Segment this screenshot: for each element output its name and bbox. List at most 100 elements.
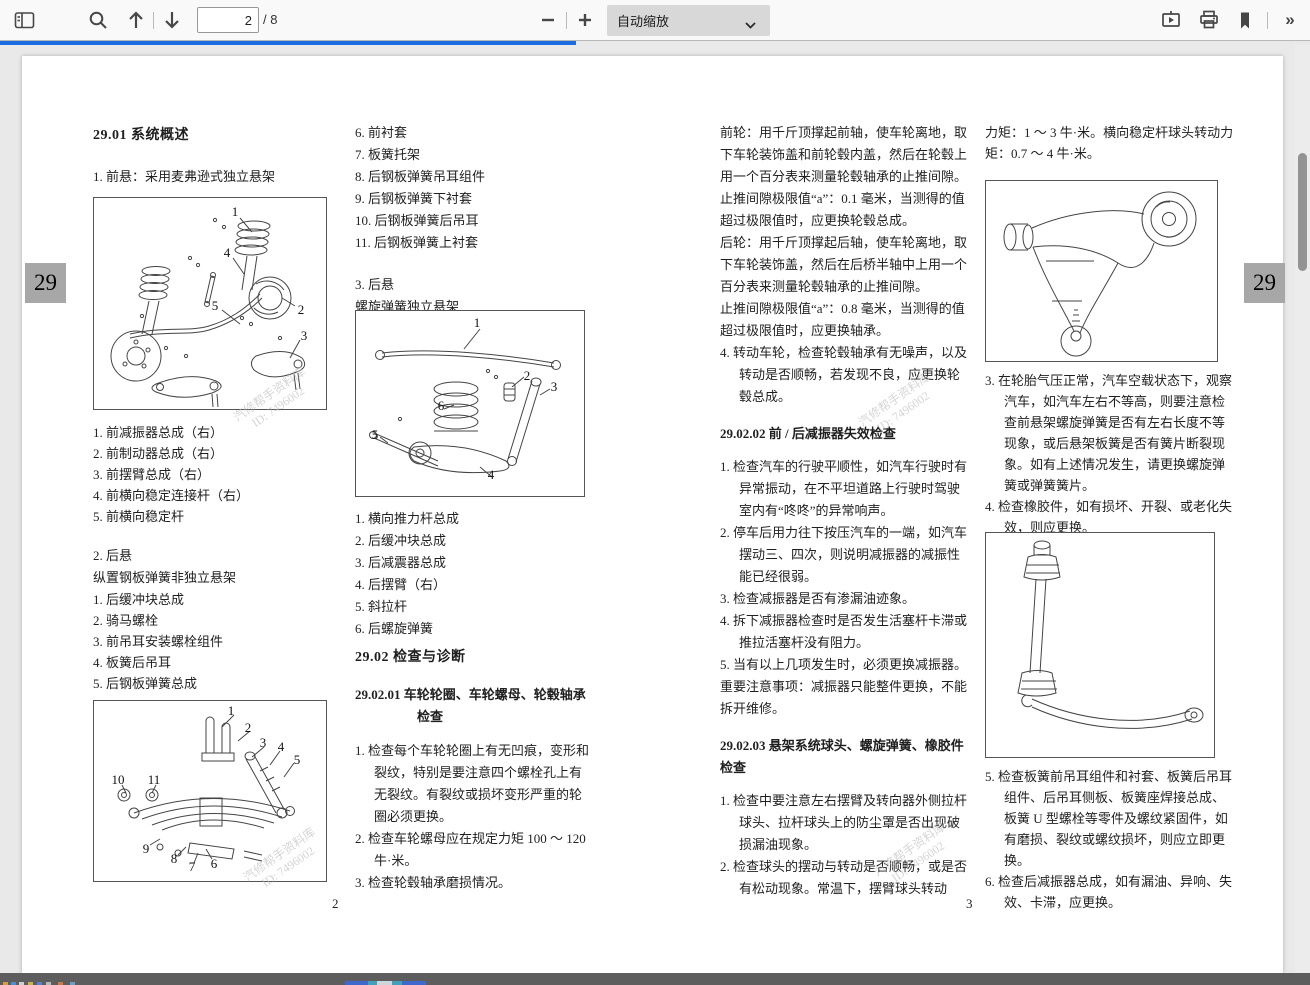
taskbar-segment	[402, 981, 426, 985]
presentation-mode-button[interactable]	[1157, 6, 1185, 34]
zoom-in-button[interactable]	[571, 6, 599, 34]
arrow-up-icon	[127, 10, 145, 30]
zoom-out-button[interactable]	[534, 6, 562, 34]
viewer-area: 29.01 系统概述 1. 前悬：采用麦弗逊式独立悬架	[0, 45, 1310, 973]
sidebar-toggle-button[interactable]	[10, 6, 38, 34]
sidebar-toggle-icon	[14, 11, 35, 30]
parts-list-item: 4. 板簧后吊耳	[93, 652, 223, 673]
diagram-callout: 2	[298, 302, 305, 318]
parts-list-item: 6. 后螺旋弹簧	[355, 618, 459, 640]
more-tools-button[interactable]: »	[1276, 6, 1304, 34]
taskbar-segment	[345, 981, 368, 985]
bottom-bar	[0, 973, 1310, 985]
search-button[interactable]	[84, 6, 112, 34]
subsection-heading: 29.02.01 车轮轮圈、车轮螺母、轮毂轴承 检查	[355, 684, 595, 728]
subsection-title: 2. 后悬	[93, 545, 132, 566]
parts-list-item: 5. 斜拉杆	[355, 596, 459, 618]
diagram-callout: 5	[294, 752, 301, 768]
diagram-callout: 1	[228, 703, 235, 719]
paragraph: 力矩：1 ～ 3 牛·米。横向稳定杆球头转动力矩：0.7 ～ 4 牛·米。	[985, 122, 1234, 164]
paragraph: 止推间隙极限值“a”：0.1 毫米，当测得的值超过极限值时，应更换轮毂总成。	[720, 188, 968, 232]
diagram-callout: 4	[488, 467, 495, 483]
next-page-button[interactable]	[158, 6, 186, 34]
subsection-subtitle: 纵置钢板弹簧非独立悬架	[93, 567, 236, 588]
subsection-heading-line2: 检查	[355, 706, 595, 728]
section-heading: 29.02.02 前 / 后减振器失效检查	[720, 423, 968, 445]
parts-list-item: 3. 后减震器总成	[355, 552, 459, 574]
diagram-callout: 8	[171, 851, 178, 867]
parts-list-item: 3. 前吊耳安装螺栓组件	[93, 631, 223, 652]
paragraph: 4. 拆下减振器检查时是否发生活塞杆卡滞或推拉活塞杆没有阻力。	[720, 610, 968, 654]
section-heading: 29.02 检查与诊断	[355, 646, 466, 666]
taskbar-segment	[377, 981, 392, 985]
vertical-scrollbar[interactable]	[1295, 45, 1310, 973]
paragraph: 3. 检查轮毂轴承磨损情况。	[355, 872, 592, 894]
diagram-callout: 1	[474, 315, 481, 331]
parts-list-leaf2: 6. 前衬套7. 板簧托架8. 后钢板弹簧吊耳组件9. 后钢板弹簧下衬套10. …	[355, 122, 485, 254]
page-number-right: 3	[966, 896, 973, 912]
paragraph: 1. 前悬：采用麦弗逊式独立悬架	[93, 166, 275, 187]
presentation-icon	[1161, 10, 1181, 30]
diagram-callout: 5	[372, 427, 379, 443]
parts-list-item: 8. 后钢板弹簧吊耳组件	[355, 166, 485, 188]
parts-list-item: 2. 后缓冲块总成	[355, 530, 459, 552]
print-button[interactable]	[1195, 6, 1223, 34]
parts-list-item: 2. 前制动器总成（右）	[93, 443, 249, 464]
page-count-label: / 8	[263, 12, 277, 27]
subsection-title: 3. 后悬	[355, 274, 394, 295]
paragraph: 2. 检查车轮螺母应在规定力矩 100 ～ 120 牛·米。	[355, 828, 592, 872]
parts-list-item: 1. 后缓冲块总成	[93, 589, 223, 610]
paragraph: 重要注意事项：减振器只能整件更换，不能拆开维修。	[720, 676, 968, 720]
zoom-level-select[interactable]: 自动缩放	[607, 5, 770, 36]
toolbar: / 8 自动缩放	[0, 0, 1310, 41]
diagram-callout: 3	[260, 735, 267, 751]
pdf-viewer-app: { "toolbar": { "page_value": "2", "page_…	[0, 0, 1310, 985]
text-column: 3. 在轮胎气压正常，汽车空载状态下，观察汽车，如汽车左右不等高，则要注意检查前…	[985, 370, 1234, 538]
page-number-input[interactable]	[197, 7, 259, 33]
double-chevron-icon: »	[1285, 10, 1294, 30]
diagram-callout: 3	[301, 328, 308, 344]
parts-list-coil: 1. 横向推力杆总成2. 后缓冲块总成3. 后减震器总成4. 后摆臂（右）5. …	[355, 508, 459, 640]
plus-icon	[577, 12, 593, 28]
section-heading: 29.01 系统概述	[93, 124, 189, 144]
paragraph: 1. 检查每个车轮轮圈上有无凹痕，变形和裂纹，特别是要注意四个螺栓孔上有无裂纹。…	[355, 740, 592, 828]
paragraph: 6. 检查后减振器总成，如有漏油、异响、失效、卡滞，应更换。	[985, 871, 1234, 913]
diagram-callout: 9	[143, 841, 150, 857]
printer-icon	[1199, 10, 1219, 30]
paragraph: 5. 当有以上几项发生时，必须更换减振器。	[720, 654, 968, 676]
toolbar-separator	[566, 12, 567, 29]
parts-list-item: 5. 后钢板弹簧总成	[93, 673, 223, 694]
previous-page-button[interactable]	[122, 6, 150, 34]
paragraph: 止推间隙极限值“a”：0.8 毫米，当测得的值超过极限值时，应更换轴承。	[720, 298, 968, 342]
parts-list-item: 5. 前横向稳定杆	[93, 506, 249, 527]
subsection-heading-line1: 29.02.01 车轮轮圈、车轮螺母、轮毂轴承	[355, 684, 595, 706]
front-suspension-diagram: 14523	[93, 197, 327, 410]
chapter-tab-right: 29	[1244, 263, 1285, 303]
stabilizer-link-diagram	[985, 532, 1215, 758]
paragraph: 1. 检查汽车的行驶平顺性，如汽车行驶时有异常振动，在不平坦道路上行驶时驾驶室内…	[720, 456, 968, 522]
parts-list-item: 7. 板簧托架	[355, 144, 485, 166]
diagram-callout: 4	[278, 739, 285, 755]
scrollbar-thumb[interactable]	[1298, 153, 1307, 271]
paragraph: 3. 检查减振器是否有渗漏油迹象。	[720, 588, 968, 610]
paragraph: 3. 在轮胎气压正常，汽车空载状态下，观察汽车，如汽车左右不等高，则要注意检查前…	[985, 370, 1234, 496]
parts-list-item: 11. 后钢板弹簧上衬套	[355, 232, 485, 254]
diagram-callout: 7	[189, 859, 196, 875]
diagram-callout: 6	[438, 398, 445, 414]
diagram-callout: 4	[224, 245, 231, 261]
minus-icon	[540, 12, 556, 28]
chapter-tab-left: 29	[25, 263, 66, 303]
coil-rear-suspension-diagram: 123654	[355, 310, 585, 497]
diagram-callout: 5	[212, 298, 219, 314]
parts-list-item: 2. 骑马螺栓	[93, 610, 223, 631]
taskbar-segment	[392, 981, 402, 985]
bookmark-button[interactable]	[1231, 6, 1259, 34]
diagram-callout: 11	[148, 772, 161, 788]
diagram-callout: 10	[112, 772, 125, 788]
page-spread: 29.01 系统概述 1. 前悬：采用麦弗逊式独立悬架	[22, 56, 1283, 973]
toolbar-separator	[1267, 12, 1268, 29]
paragraph: 后轮：用千斤顶撑起后轴，使车轮离地，取下车轮装饰盖，然后在后桥半轴中上用一个百分…	[720, 232, 968, 298]
diagram-callout: 6	[211, 856, 218, 872]
paragraph: 2. 检查球头的摆动与转动是否顺畅，或是否有松动现象。常温下，摆臂球头转动	[720, 856, 968, 900]
parts-list-item: 4. 后摆臂（右）	[355, 574, 459, 596]
